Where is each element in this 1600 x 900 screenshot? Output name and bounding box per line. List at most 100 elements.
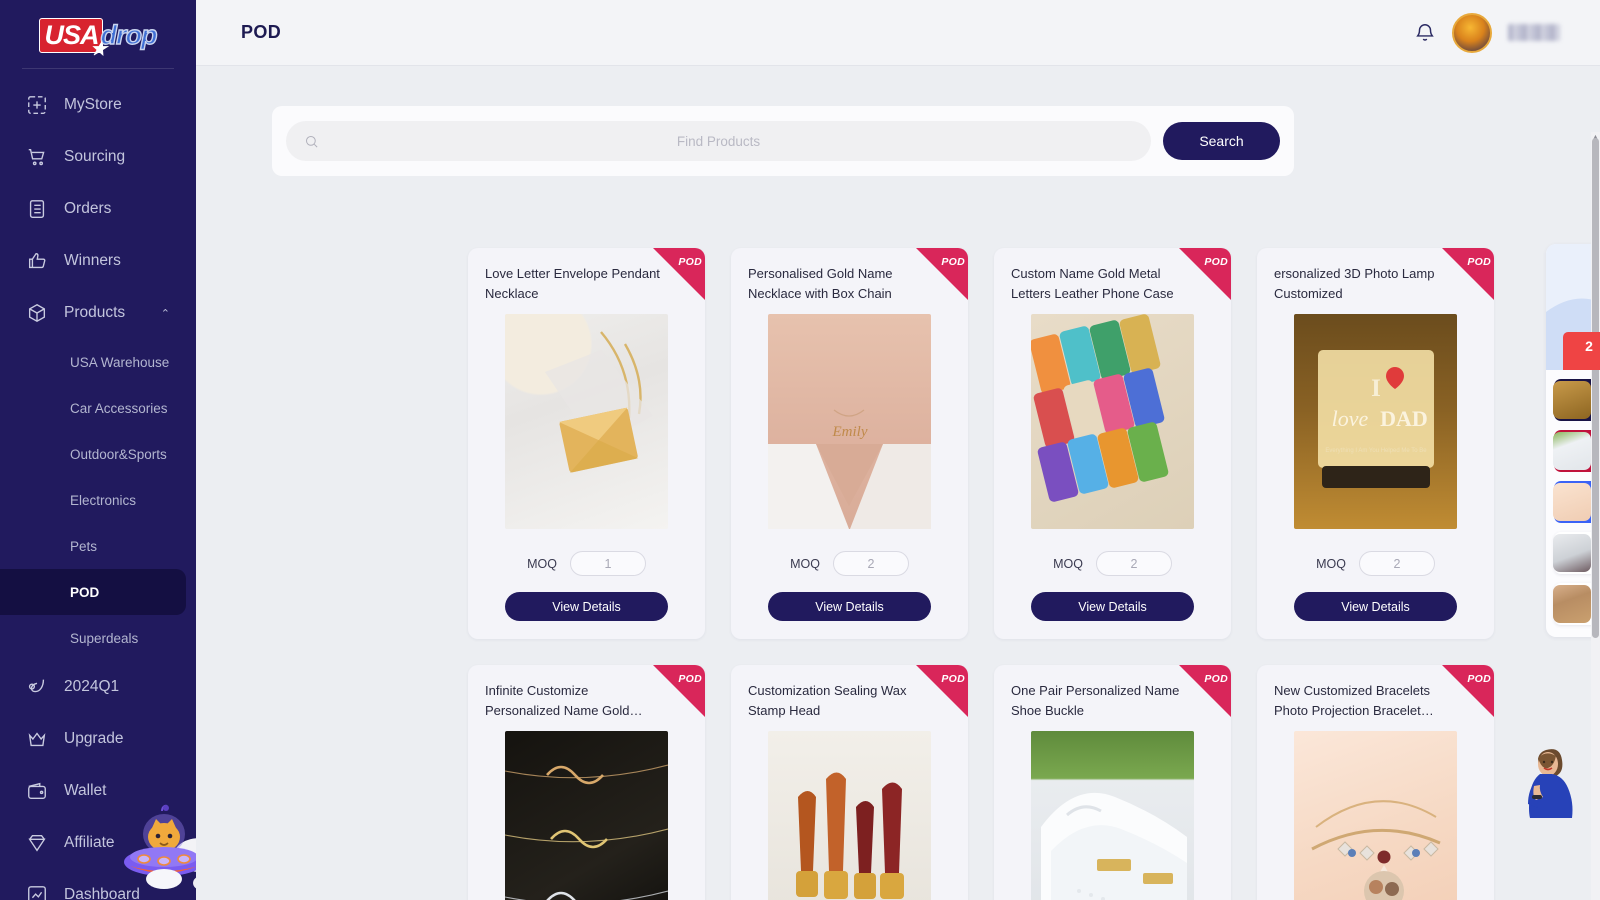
view-details-button[interactable]: View Details: [1031, 592, 1194, 621]
sidebar-divider: [22, 68, 174, 69]
podium-block-2: 2: [1563, 332, 1600, 370]
customer-service-agent-widget[interactable]: [1510, 740, 1582, 818]
pod-badge-ribbon: POD: [653, 665, 705, 717]
product-card[interactable]: POD Customization Sealing Wax Stamp Head: [731, 665, 968, 900]
box-icon: [25, 301, 49, 325]
search-icon: [306, 135, 318, 147]
page-title: POD: [241, 22, 282, 42]
sidebar-sublabel-electronics: Electronics: [70, 492, 137, 508]
brand-logo[interactable]: USA ★ drop: [0, 0, 196, 66]
product-card[interactable]: POD Personalised Gold Name Necklace with…: [731, 248, 968, 639]
sidebar-subitem-pets[interactable]: Pets: [0, 523, 186, 569]
crown-icon: [25, 727, 49, 751]
svg-text:Everything I Am You Helped Me: Everything I Am You Helped Me To Be: [1325, 448, 1427, 454]
svg-text:DAD: DAD: [1380, 406, 1428, 431]
sidebar-subitem-car-accessories[interactable]: Car Accessories: [0, 385, 186, 431]
sidebar-item-orders[interactable]: Orders: [0, 183, 196, 235]
sidebar-item-affiliate[interactable]: Affiliate: [0, 817, 196, 869]
hot-item-thumbnail: [1553, 534, 1591, 572]
chevron-up-icon[interactable]: ⌃: [161, 307, 170, 320]
moq-label: MOQ: [1316, 556, 1346, 571]
sidebar-item-dashboard[interactable]: Dashboard: [0, 869, 196, 900]
pod-badge-text: POD: [1204, 256, 1228, 268]
sidebar-subitem-electronics[interactable]: Electronics: [0, 477, 186, 523]
pod-badge-ribbon: POD: [1179, 665, 1231, 717]
cart-icon: [25, 145, 49, 169]
sidebar-label-sourcing: Sourcing: [64, 148, 126, 165]
sidebar-subitem-pod[interactable]: POD: [0, 569, 186, 615]
view-details-button[interactable]: View Details: [505, 592, 668, 621]
sidebar-label-upgrade: Upgrade: [64, 730, 124, 747]
search-input[interactable]: Find Products: [286, 121, 1151, 161]
product-card[interactable]: POD Love Letter Envelope Pendant Necklac…: [468, 248, 705, 639]
view-details-button[interactable]: View Details: [1294, 592, 1457, 621]
pod-badge-text: POD: [1467, 673, 1491, 685]
sidebar-label-products: Products: [64, 304, 126, 321]
product-image: [768, 731, 931, 900]
sidebar-subitem-outdoor-sports[interactable]: Outdoor&Sports: [0, 431, 186, 477]
moq-value[interactable]: 2: [1095, 551, 1172, 576]
moq-row: MOQ 1: [485, 551, 688, 576]
sidebar-sublabel-pod: POD: [70, 584, 100, 600]
logo-drop-text: drop: [100, 19, 158, 50]
moq-label: MOQ: [790, 556, 820, 571]
sidebar-label-dashboard: Dashboard: [64, 886, 140, 900]
product-image: [1029, 314, 1194, 529]
sidebar-sublabel-superdeals: Superdeals: [70, 630, 139, 646]
product-image: [504, 731, 669, 900]
product-image: Emily: [768, 314, 931, 529]
sidebar-sublabel-usa-warehouse: USA Warehouse: [70, 354, 170, 370]
product-card[interactable]: POD Infinite Customize Personalized Name…: [468, 665, 705, 900]
sidebar-item-winners[interactable]: Winners: [0, 235, 196, 287]
sidebar-label-orders: Orders: [64, 200, 112, 217]
main-area: POD Find Products Search POD Love Letter…: [196, 0, 1600, 900]
username-masked: [1508, 24, 1560, 41]
product-image: [505, 314, 668, 529]
search-placeholder: Find Products: [676, 133, 761, 149]
pod-badge-text: POD: [1467, 256, 1491, 268]
moq-value[interactable]: 2: [832, 551, 909, 576]
svg-text:Emily: Emily: [832, 424, 868, 440]
pod-badge-ribbon: POD: [916, 248, 968, 300]
add-store-icon: [25, 93, 49, 117]
sidebar-item-mystore[interactable]: MyStore: [0, 79, 196, 131]
notification-bell-icon[interactable]: [1414, 21, 1436, 45]
pod-badge-ribbon: POD: [1442, 248, 1494, 300]
app-root: USA ★ drop MyStore Sourcing Orders Winne…: [0, 0, 1600, 900]
sidebar-sublabel-pets: Pets: [70, 538, 98, 554]
logo-star-icon: ★: [89, 39, 107, 60]
hot-item-thumbnail: [1553, 381, 1591, 419]
pod-badge-ribbon: POD: [1442, 665, 1494, 717]
product-card[interactable]: POD Custom Name Gold Metal Letters Leath…: [994, 248, 1231, 639]
moq-value[interactable]: 2: [1358, 551, 1435, 576]
pod-badge-text: POD: [678, 673, 702, 685]
sidebar-item-sourcing[interactable]: Sourcing: [0, 131, 196, 183]
list-document-icon: [25, 197, 49, 221]
product-grid: POD Love Letter Envelope Pendant Necklac…: [468, 248, 1498, 900]
avatar[interactable]: [1452, 12, 1492, 53]
scrollbar-thumb[interactable]: [1592, 138, 1599, 638]
sidebar-item-2024q1[interactable]: 2024Q1: [0, 661, 196, 713]
product-card[interactable]: POD New Customized Bracelets Photo Proje…: [1257, 665, 1494, 900]
view-details-button[interactable]: View Details: [768, 592, 931, 621]
podium: 2 3 1: [1546, 308, 1600, 370]
search-button[interactable]: Search: [1163, 122, 1280, 160]
product-card[interactable]: POD One Pair Personalized Name Shoe Buck…: [994, 665, 1231, 900]
product-image: I love DAD Everything I Am You Helped Me…: [1294, 314, 1457, 529]
product-image: [1031, 731, 1194, 900]
sidebar-item-wallet[interactable]: Wallet: [0, 765, 196, 817]
moq-value[interactable]: 1: [569, 551, 646, 576]
hot-item-thumbnail: [1553, 585, 1591, 623]
chart-icon: [25, 883, 49, 900]
product-image: [1294, 731, 1457, 900]
product-card[interactable]: POD ersonalized 3D Photo Lamp Customized…: [1257, 248, 1494, 639]
sidebar-item-products[interactable]: Products ⌃: [0, 287, 196, 339]
svg-text:love: love: [1332, 406, 1369, 431]
sidebar-label-mystore: MyStore: [64, 96, 122, 113]
sidebar-subitem-superdeals[interactable]: Superdeals: [0, 615, 186, 661]
sidebar-item-upgrade[interactable]: Upgrade: [0, 713, 196, 765]
sidebar: USA ★ drop MyStore Sourcing Orders Winne…: [0, 0, 196, 900]
sidebar-label-affiliate: Affiliate: [64, 834, 115, 851]
sidebar-subitem-usa-warehouse[interactable]: USA Warehouse: [0, 339, 186, 385]
moq-row: MOQ 2: [1011, 551, 1214, 576]
